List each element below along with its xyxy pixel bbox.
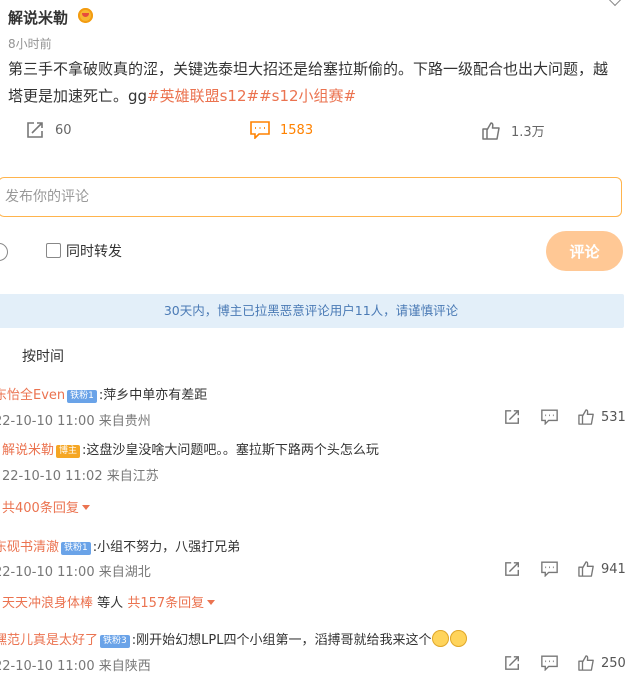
emoji-icon[interactable] — [0, 243, 8, 261]
laughing-emoji-icon — [432, 630, 450, 647]
repost-icon[interactable] — [504, 409, 521, 425]
commenter-name[interactable]: 东怡全Even — [0, 388, 65, 403]
repost-label: 同时转发 — [66, 244, 122, 260]
repost-button[interactable]: 60 — [26, 121, 72, 139]
comment-text: :刚开始幻想LPL四个小组第一，滔搏哥就给我来这个 — [131, 633, 432, 648]
comment-item: 东砚书清澈 铁粉1:小组不努力，八强打兄弟 — [0, 536, 240, 555]
commenter-name[interactable]: 东砚书清澈 — [0, 540, 59, 555]
chevron-down-icon — [81, 505, 90, 510]
comment-like-count: 531 — [601, 409, 626, 425]
sub-reply-summary: 天天冲浪身体棒 等人 共157条回复 — [2, 592, 216, 611]
blogger-badge: 博主 — [56, 445, 81, 458]
comment-item: 嘿范儿真是太好了 铁粉3:刚开始幻想LPL四个小组第一，滔搏哥就给我来这个 — [0, 629, 468, 648]
replies-count: 共400条回复 — [2, 501, 79, 516]
thumbs-up-icon[interactable] — [578, 409, 595, 425]
post-tags[interactable]: #英雄联盟s12##s12小组赛# — [147, 87, 356, 105]
sub-reply-user[interactable]: 天天冲浪身体棒 — [2, 596, 93, 611]
comment-actions: 250 — [504, 655, 626, 671]
like-count: 1.3万 — [511, 125, 545, 140]
repost-checkbox[interactable] — [46, 243, 61, 258]
post-content: 第三手不拿破败真的涩，关键选泰坦大招还是给塞拉斯偷的。下路一级配合也出大问题，越… — [8, 56, 618, 110]
comment-button[interactable]: 1583 — [250, 121, 313, 139]
comment-item: 东怡全Even 铁粉1:萍乡中单亦有差距 — [0, 384, 207, 403]
blacklist-notice: 30天内，博主已拉黑恶意评论用户11人，请谨慎评论 — [0, 294, 624, 328]
comment-text: :小组不努力，八强打兄弟 — [92, 540, 241, 555]
commenter-name[interactable]: 嘿范儿真是太好了 — [0, 633, 98, 648]
fan-badge: 铁粉3 — [100, 635, 130, 648]
repost-icon[interactable] — [504, 655, 521, 671]
comment-icon — [250, 121, 270, 139]
comment-input-box[interactable] — [0, 177, 622, 217]
laughing-emoji-icon — [450, 630, 468, 647]
submit-comment-button[interactable]: 评论 — [546, 231, 623, 271]
comment-like-count: 941 — [601, 561, 626, 577]
chevron-down-icon — [207, 600, 216, 605]
comment-icon[interactable] — [541, 561, 558, 577]
view-replies-link[interactable]: 共400条回复 — [2, 497, 90, 516]
comment-actions: 531 — [504, 409, 626, 425]
sort-by-time[interactable]: 按时间 — [22, 346, 64, 366]
view-replies-link[interactable]: 共157条回复 — [127, 596, 216, 611]
commenter-name[interactable]: 解说米勒 — [2, 443, 54, 458]
comment-input[interactable] — [0, 178, 595, 214]
comment-meta: 22-10-10 11:00 来自贵州 — [0, 414, 151, 429]
repost-count: 60 — [55, 122, 72, 138]
sub-reply-text: 等人 — [97, 596, 124, 611]
thumbs-up-icon[interactable] — [578, 655, 595, 671]
post-time: 8小时前 — [8, 37, 52, 51]
replies-count: 共157条回复 — [127, 596, 205, 611]
repost-icon — [27, 122, 43, 138]
comment-text: :这盘沙皇没啥大问题吧。。塞拉斯下路两个头怎么玩 — [82, 443, 379, 458]
chevron-down-icon[interactable] — [607, 0, 623, 7]
comment-count: 1583 — [280, 122, 314, 138]
fan-badge: 铁粉1 — [61, 542, 91, 555]
repost-icon[interactable] — [504, 561, 521, 577]
comment-icon[interactable] — [541, 655, 558, 671]
comment-actions: 941 — [504, 561, 626, 577]
like-button[interactable]: 1.3万 — [482, 121, 545, 140]
comment-meta: 22-10-10 11:02 来自江苏 — [2, 469, 159, 484]
comment-text: :萍乡中单亦有差距 — [98, 388, 208, 403]
comment-item: 解说米勒 博主:这盘沙皇没啥大问题吧。。塞拉斯下路两个头怎么玩 — [2, 439, 379, 458]
comment-meta: 22-10-10 11:00 来自湖北 — [0, 565, 151, 580]
comment-icon[interactable] — [541, 409, 558, 425]
comment-meta: 22-10-10 11:00 来自陕西 — [0, 659, 151, 674]
thumbs-up-icon — [482, 121, 500, 140]
thumbs-up-icon[interactable] — [578, 561, 595, 577]
post-author[interactable]: 解说米勒 — [8, 7, 68, 28]
author-verified-icon — [78, 8, 93, 23]
fan-badge: 铁粉1 — [67, 390, 97, 403]
comment-like-count: 250 — [601, 655, 626, 671]
